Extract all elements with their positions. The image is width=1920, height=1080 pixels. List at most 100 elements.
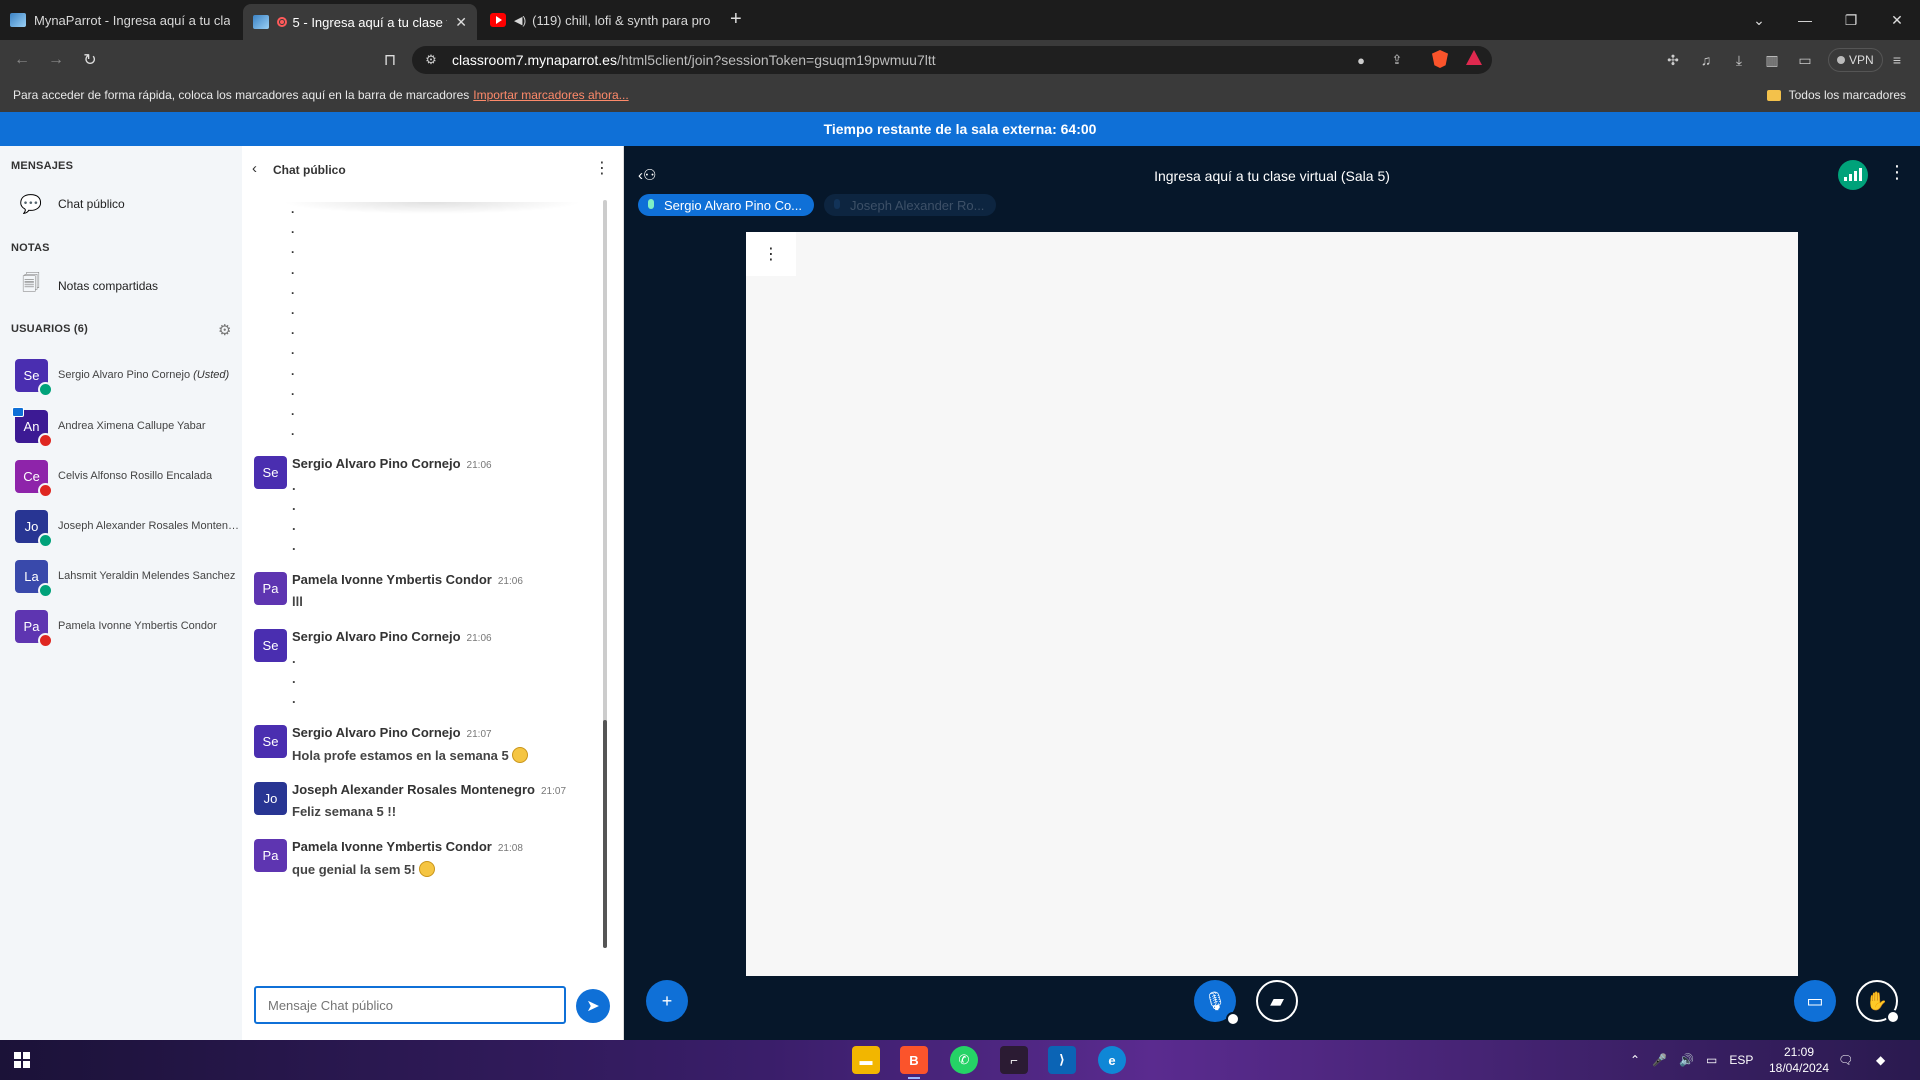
author-name: Pamela Ivonne Ymbertis Condor [292,572,492,587]
notifications-icon[interactable]: 🗨 [1838,1040,1853,1080]
import-bookmarks-link[interactable]: Importar marcadores ahora... [473,88,628,102]
user-list-item[interactable]: Jo Joseph Alexander Rosales Montene... [15,509,239,548]
terminal-app-icon[interactable]: ⌐ [1000,1046,1028,1074]
site-settings-icon[interactable]: ⚙ [422,51,440,69]
media-controls-icon[interactable]: ♫ [1697,51,1715,69]
tab-title: (119) chill, lofi & synth para prog [532,12,710,28]
user-list-item[interactable]: La Lahsmit Yeraldin Melendes Sanchez [15,559,239,598]
presentation-whiteboard[interactable]: ⋮ [746,232,1798,976]
address-bar[interactable]: ⚙ classroom7.mynaparrot.es/html5client/j… [412,46,1492,74]
browser-tab-2[interactable]: 5 - Ingresa aquí a tu clase vir ✕ [243,4,477,40]
vscode-icon[interactable]: ⟩ [1048,1046,1076,1074]
author-name: Sergio Alvaro Pino Cornejo [292,629,461,644]
browser-tab-1[interactable]: MynaParrot - Ingresa aquí a tu clase [0,0,240,40]
browser-menu-icon[interactable]: ≡ [1888,51,1906,69]
user-list-item[interactable]: Pa Pamela Ivonne Ymbertis Condor [15,609,239,648]
chat-message-line: . [291,262,295,277]
shared-notes-item[interactable]: 🗐 Notas compartidas [18,273,158,299]
connection-status-icon[interactable] [1838,160,1868,190]
bookmark-page-icon[interactable]: ⊓ [378,48,402,72]
user-name: Pamela Ivonne Ymbertis Condor [58,620,217,632]
talking-indicator-1[interactable]: Sergio Alvaro Pino Co... [638,194,815,216]
avatar-initials: Se [262,465,279,480]
network-icon[interactable]: ▭ [1706,1053,1717,1067]
public-chat-item[interactable]: 💬 Chat público [18,191,125,217]
whatsapp-icon[interactable]: ✆ [950,1046,978,1074]
message-text: Hola profe estamos en la semana 5 [292,747,528,763]
chat-message-line: . [291,222,295,237]
user-name: Andrea Ximena Callupe Yabar [58,420,206,432]
chat-message-line: . [291,404,295,418]
reload-button[interactable]: ↻ [78,48,102,72]
edge-browser-icon[interactable]: e [1098,1046,1126,1074]
raise-hand-button[interactable]: ✋ [1856,980,1900,1024]
brave-shields-icon[interactable] [1432,50,1448,68]
input-language[interactable]: ESP [1729,1053,1753,1067]
all-bookmarks-button[interactable]: Todos los marcadores [1766,88,1906,102]
bookmarks-hint: Para acceder de forma rápida, coloca los… [13,88,629,102]
chat-scrollbar[interactable] [603,200,607,948]
vpn-status-icon [1837,56,1845,64]
user-list-item[interactable]: An Andrea Ximena Callupe Yabar [12,406,239,448]
system-clock[interactable]: 21:09 18/04/2024 [1764,1044,1834,1076]
public-chat-panel: ‹ Chat público ⋮ ............ Se Sergio Al… [242,146,624,1040]
back-button[interactable]: ← [10,48,34,72]
user-list-item[interactable]: Ce Celvis Alfonso Rosillo Encalada [15,459,239,498]
copilot-icon[interactable]: ◆ [1876,1040,1885,1080]
message-line: . [292,478,296,493]
extensions-icon[interactable]: ✣ [1664,51,1682,69]
vpn-label: VPN [1849,53,1874,67]
shared-notes-label: Notas compartidas [58,279,159,293]
close-tab-icon[interactable]: ✕ [447,14,467,31]
voice-search-icon[interactable]: ● [1352,51,1370,69]
mic-on-icon [38,582,53,598]
forward-button[interactable]: → [44,48,68,72]
actions-plus-button[interactable]: + [646,980,688,1022]
message-text: lll [292,594,303,609]
chat-scrollbar-thumb[interactable] [603,720,607,948]
user-list-item[interactable]: Se Sergio Alvaro Pino Cornejo (Usted) [15,358,239,397]
windows-start-icon[interactable] [14,1052,30,1068]
hide-chat-chevron-left-icon[interactable]: ‹ [252,160,257,177]
chat-title: Chat público [273,163,346,177]
message-time: 21:06 [497,576,523,587]
avatar-initials: Se [23,367,40,383]
options-menu-icon[interactable]: ⋮ [1888,162,1906,183]
close-window-button[interactable]: ✕ [1874,0,1920,40]
user-options-gear-icon[interactable]: ⚙ [218,321,231,339]
chat-options-icon[interactable]: ⋮ [594,158,610,178]
wallet-icon[interactable]: ▭ [1796,51,1814,69]
microphone-tray-icon[interactable]: 🎤 [1652,1053,1667,1067]
share-webcam-button[interactable]: ▰ [1256,980,1298,1022]
file-explorer-icon[interactable]: ▬ [852,1046,880,1074]
restore-window-button[interactable]: ❐ [1828,0,1874,40]
notes-icon: 🗐 [22,273,40,293]
brave-browser-icon[interactable]: B [900,1046,928,1079]
chat-message-list[interactable]: ............ Se Sergio Alvaro Pino Cornejo… [242,202,612,952]
user-list-panel: MENSAJES 💬 Chat público NOTAS 🗐 Notas co… [0,146,242,1040]
chat-message-input[interactable] [254,986,566,1024]
browser-tab-bar: MynaParrot - Ingresa aquí a tu clase 5 -… [0,0,1920,40]
unmute-microphone-button[interactable]: 🎙 [1194,980,1240,1026]
presentation-options-icon[interactable]: ⋮ [746,232,796,276]
show-hidden-icons-chevron-icon[interactable]: ⌃ [1630,1053,1640,1067]
minimize-window-button[interactable]: — [1782,0,1828,40]
message-text: que genial la sem 5! [292,861,435,877]
browser-tab-3[interactable]: ◀) (119) chill, lofi & synth para prog [480,0,720,40]
new-tab-button[interactable]: + [730,8,742,31]
tab-search-icon[interactable]: ⌄ [1736,0,1782,40]
author-name: Pamela Ivonne Ymbertis Condor [292,839,492,854]
downloads-icon[interactable]: ⤓ [1730,51,1748,69]
browser-toolbar: ← → ↻ ⊓ ⚙ classroom7.mynaparrot.es/html5… [0,40,1920,80]
sidebar-toggle-icon[interactable]: ▥ [1763,51,1781,69]
volume-icon[interactable]: 🔊 [1679,1053,1694,1067]
vpn-button[interactable]: VPN [1828,48,1883,72]
bookmarks-bar: Para acceder de forma rápida, coloca los… [0,80,1920,112]
brave-rewards-icon[interactable] [1466,50,1482,65]
send-message-button[interactable]: ➤ [576,989,610,1023]
share-icon[interactable]: ⇪ [1388,51,1406,69]
hide-presentation-button[interactable]: ▭ [1794,980,1836,1022]
avatar: Jo [15,509,53,548]
talking-indicator-2[interactable]: Joseph Alexander Ro... [824,194,997,216]
tab-title: MynaParrot - Ingresa aquí a tu clase [34,12,230,28]
